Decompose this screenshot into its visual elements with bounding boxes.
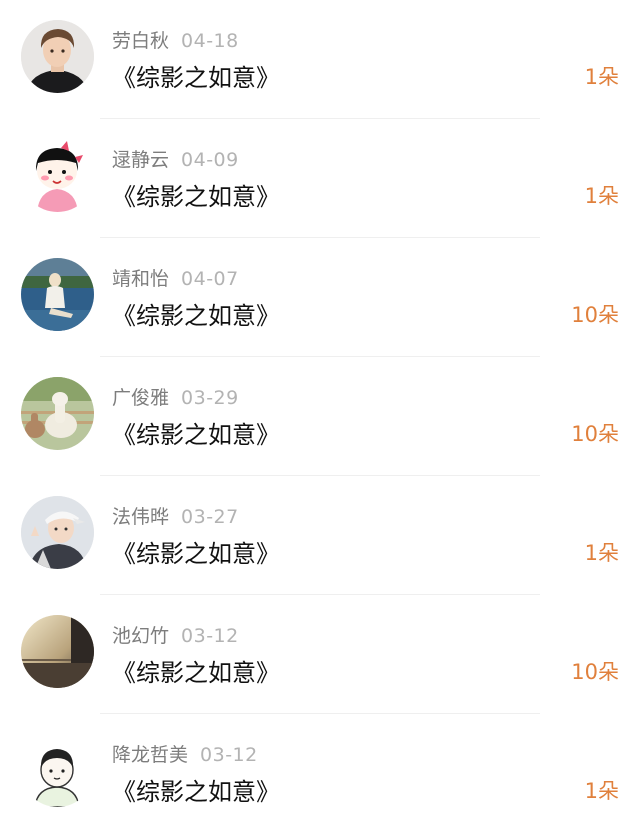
user-name[interactable]: 逯静云 bbox=[112, 149, 169, 171]
book-title[interactable]: 《综影之如意》 bbox=[112, 182, 280, 212]
boy-black-hoodie-avatar[interactable] bbox=[21, 20, 94, 93]
list-item[interactable]: 逯静云 04-09 《综影之如意》 1朵 bbox=[0, 119, 640, 238]
user-name[interactable]: 广俊雅 bbox=[112, 387, 169, 409]
record-date: 03-12 bbox=[181, 625, 239, 647]
gift-amount: 1朵 bbox=[584, 184, 619, 208]
user-name[interactable]: 池幻竹 bbox=[112, 625, 169, 647]
gift-amount: 1朵 bbox=[584, 779, 619, 803]
gift-amount: 10朵 bbox=[571, 422, 619, 446]
user-name[interactable]: 靖和怡 bbox=[112, 268, 169, 290]
alpaca-avatar[interactable] bbox=[21, 377, 94, 450]
list-item[interactable]: 池幻竹 03-12 《综影之如意》 10朵 bbox=[0, 595, 640, 714]
book-title[interactable]: 《综影之如意》 bbox=[112, 777, 280, 807]
sunset-avatar[interactable] bbox=[21, 615, 94, 688]
user-name[interactable]: 降龙哲美 bbox=[112, 744, 188, 766]
gift-amount: 1朵 bbox=[584, 65, 619, 89]
gift-amount: 1朵 bbox=[584, 541, 619, 565]
cartoon-girl-avatar[interactable] bbox=[21, 139, 94, 212]
list-item[interactable]: 降龙哲美 03-12 《综影之如意》 1朵 bbox=[0, 714, 640, 833]
record-date: 03-12 bbox=[200, 744, 258, 766]
book-title[interactable]: 《综影之如意》 bbox=[112, 420, 280, 450]
user-name[interactable]: 法伟晔 bbox=[112, 506, 169, 528]
list-item[interactable]: 广俊雅 03-29 《综影之如意》 10朵 bbox=[0, 357, 640, 476]
record-date: 03-29 bbox=[181, 387, 239, 409]
record-date: 04-09 bbox=[181, 149, 239, 171]
gift-record-list: 劳白秋 04-18 《综影之如意》 1朵 逯静云 04-09 《综影之如意》 1… bbox=[0, 0, 640, 835]
record-date: 04-18 bbox=[181, 30, 239, 52]
book-title[interactable]: 《综影之如意》 bbox=[112, 658, 280, 688]
list-item[interactable]: 法伟晔 03-27 《综影之如意》 1朵 bbox=[0, 476, 640, 595]
list-item[interactable]: 靖和怡 04-07 《综影之如意》 10朵 bbox=[0, 238, 640, 357]
record-date: 03-27 bbox=[181, 506, 239, 528]
book-title[interactable]: 《综影之如意》 bbox=[112, 63, 280, 93]
cartoon-boy-avatar[interactable] bbox=[21, 734, 94, 807]
list-item[interactable]: 劳白秋 04-18 《综影之如意》 1朵 bbox=[0, 0, 640, 119]
record-date: 04-07 bbox=[181, 268, 239, 290]
gift-amount: 10朵 bbox=[571, 660, 619, 684]
user-name[interactable]: 劳白秋 bbox=[112, 30, 169, 52]
seaside-person-avatar[interactable] bbox=[21, 258, 94, 331]
gift-amount: 10朵 bbox=[571, 303, 619, 327]
book-title[interactable]: 《综影之如意》 bbox=[112, 301, 280, 331]
boy-cap-avatar[interactable] bbox=[21, 496, 94, 569]
book-title[interactable]: 《综影之如意》 bbox=[112, 539, 280, 569]
